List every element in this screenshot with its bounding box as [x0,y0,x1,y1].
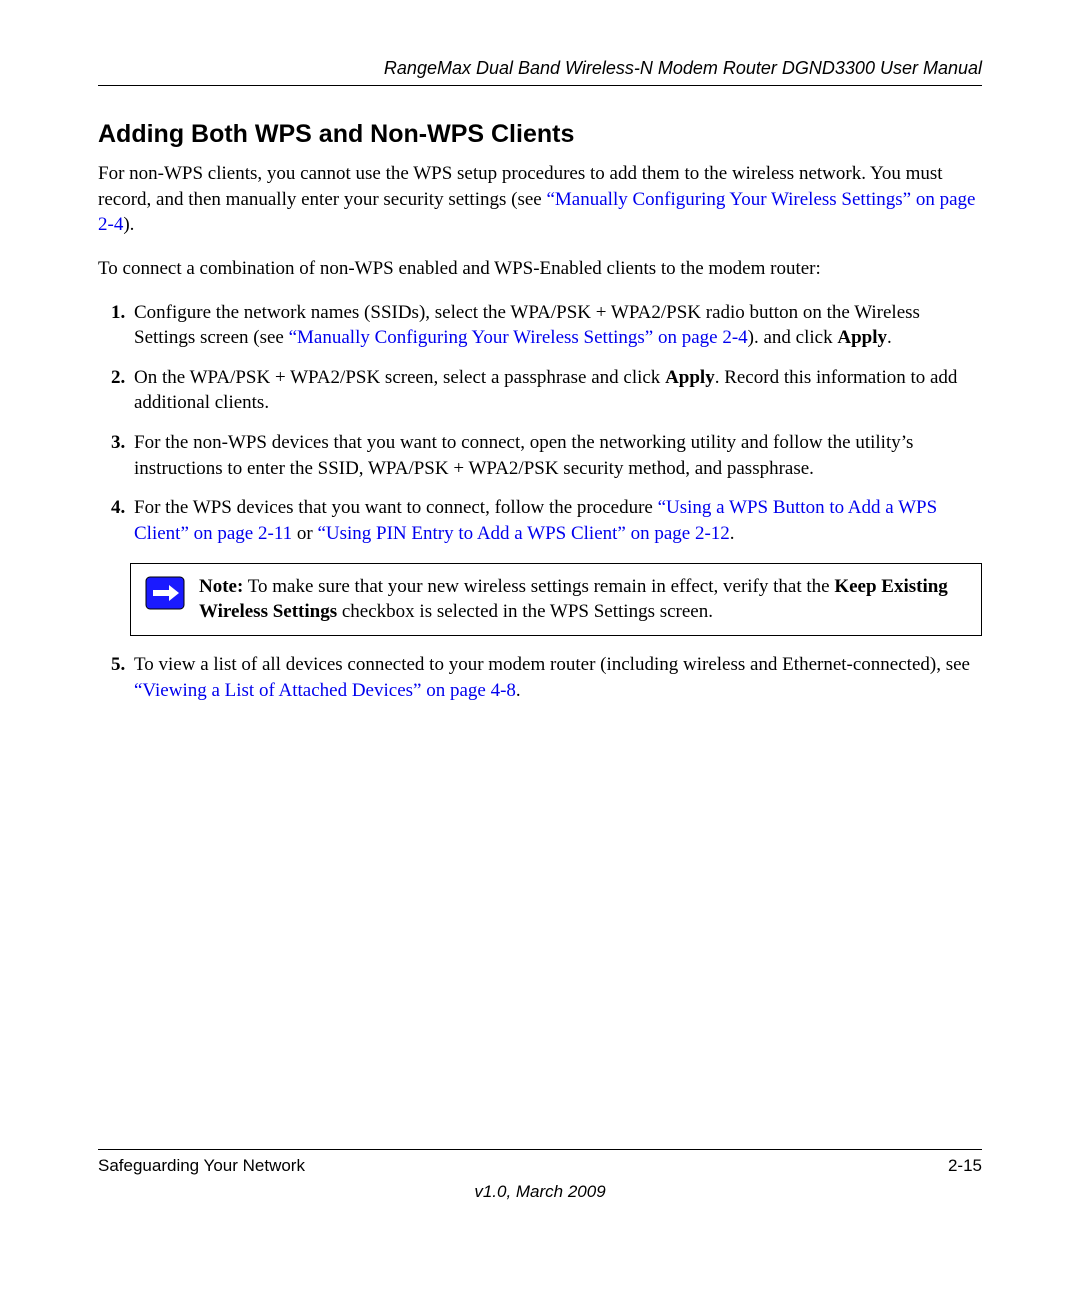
steps-list-continued: To view a list of all devices connected … [98,652,982,703]
footer-section-name: Safeguarding Your Network [98,1156,305,1176]
steps-list: Configure the network names (SSIDs), sel… [98,300,982,547]
step2-apply: Apply [665,367,715,388]
intro-paragraph-2: To connect a combination of non-WPS enab… [98,256,982,282]
intro1-text-b: ). [123,214,134,235]
step-1: Configure the network names (SSIDs), sel… [130,300,982,351]
note-box: Note: To make sure that your new wireles… [130,563,982,636]
step2-text-a: On the WPA/PSK + WPA2/PSK screen, select… [134,367,665,388]
note-text-a: To make sure that your new wireless sett… [243,576,834,597]
page-header-title: RangeMax Dual Band Wireless-N Modem Rout… [98,58,982,86]
link-manual-config-2[interactable]: “Manually Configuring Your Wireless Sett… [289,327,748,348]
step-5: To view a list of all devices connected … [130,652,982,703]
link-attached-devices[interactable]: “Viewing a List of Attached Devices” on … [134,680,516,701]
note-text: Note: To make sure that your new wireles… [199,574,967,625]
step4-text-a: For the WPS devices that you want to con… [134,497,658,518]
step5-text-b: . [516,680,521,701]
page-footer: Safeguarding Your Network 2-15 [98,1149,982,1176]
intro-paragraph-1: For non-WPS clients, you cannot use the … [98,161,982,238]
page-container: RangeMax Dual Band Wireless-N Modem Rout… [0,0,1080,1296]
step-3: For the non-WPS devices that you want to… [130,430,982,481]
link-wps-pin[interactable]: “Using PIN Entry to Add a WPS Client” on… [317,523,729,544]
footer-page-number: 2-15 [948,1156,982,1176]
step4-text-c: . [730,523,735,544]
step1-text-b: ). and click [748,327,838,348]
note-label: Note: [199,576,243,597]
arrow-right-icon [145,576,185,610]
step-4: For the WPS devices that you want to con… [130,495,982,546]
section-heading: Adding Both WPS and Non-WPS Clients [98,120,982,149]
step1-text-c: . [887,327,892,348]
footer-version: v1.0, March 2009 [0,1182,1080,1202]
note-text-b: checkbox is selected in the WPS Settings… [337,601,713,622]
step4-text-b: or [292,523,317,544]
step-2: On the WPA/PSK + WPA2/PSK screen, select… [130,365,982,416]
step5-text-a: To view a list of all devices connected … [134,654,970,675]
step1-apply: Apply [837,327,887,348]
